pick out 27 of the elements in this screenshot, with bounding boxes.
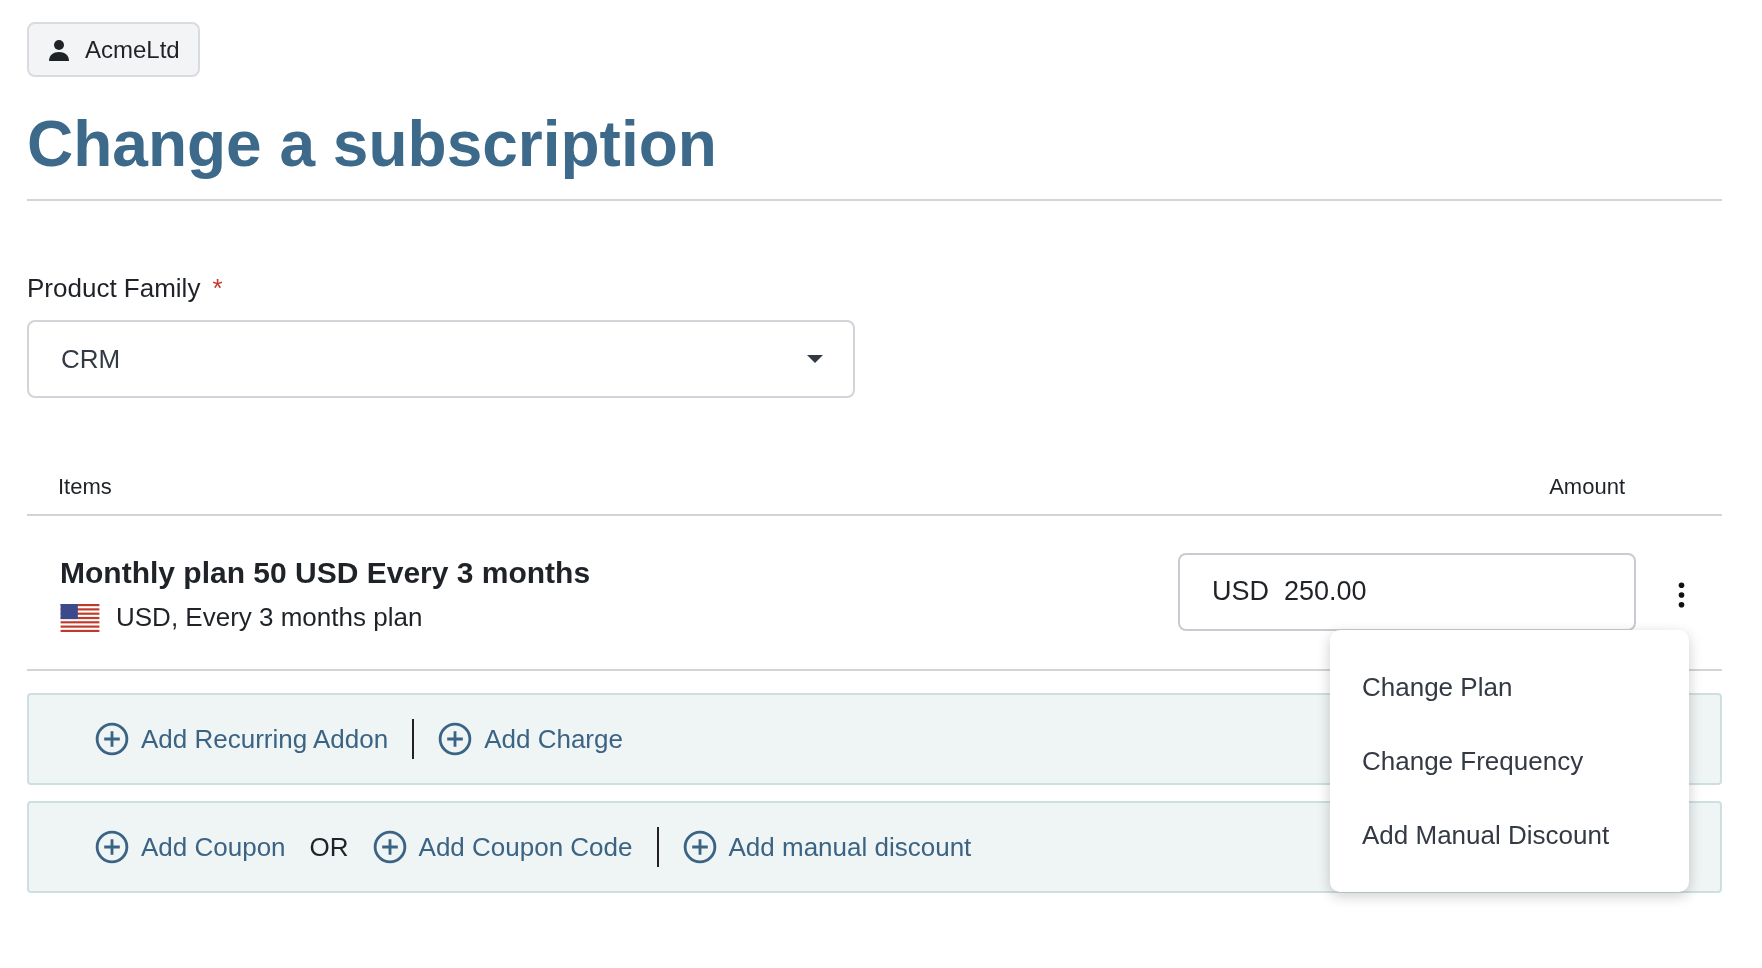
field-label: Product Family <box>27 273 201 304</box>
caret-icon <box>807 355 823 363</box>
add-link[interactable]: Add manual discount <box>682 830 972 864</box>
separator-text: OR <box>309 831 349 863</box>
add-circle-icon <box>438 722 473 756</box>
add-link[interactable]: Add Coupon Code <box>372 830 633 864</box>
account-button[interactable]: AcmeLtd <box>27 22 200 77</box>
required-mark: * <box>212 273 223 304</box>
plan-name: Monthly plan 50 USD Every 3 months <box>60 556 592 590</box>
add-circle-icon <box>372 830 407 864</box>
add-link[interactable]: Add Coupon <box>95 830 286 864</box>
page-title: Change a subscription <box>27 107 718 182</box>
column-header: Amount <box>1549 474 1625 500</box>
menu-item[interactable]: Change Plan <box>1330 650 1689 724</box>
column-header: Items <box>58 474 112 500</box>
more-vertical-icon <box>1677 581 1685 608</box>
add-circle-icon <box>682 830 717 864</box>
menu-item[interactable]: Change Frequency <box>1330 724 1689 798</box>
plan-detail: USD, Every 3 months plan <box>116 602 423 633</box>
product-family-select[interactable]: CRM <box>27 320 855 398</box>
add-circle-icon <box>95 722 129 756</box>
add-circle-icon <box>95 830 129 864</box>
menu-item[interactable]: Add Manual Discount <box>1330 798 1689 872</box>
flag-icon <box>60 603 100 632</box>
user-icon <box>47 37 71 62</box>
add-link[interactable]: Add Recurring Addon <box>95 722 389 756</box>
add-link[interactable]: Add Charge <box>438 722 623 756</box>
